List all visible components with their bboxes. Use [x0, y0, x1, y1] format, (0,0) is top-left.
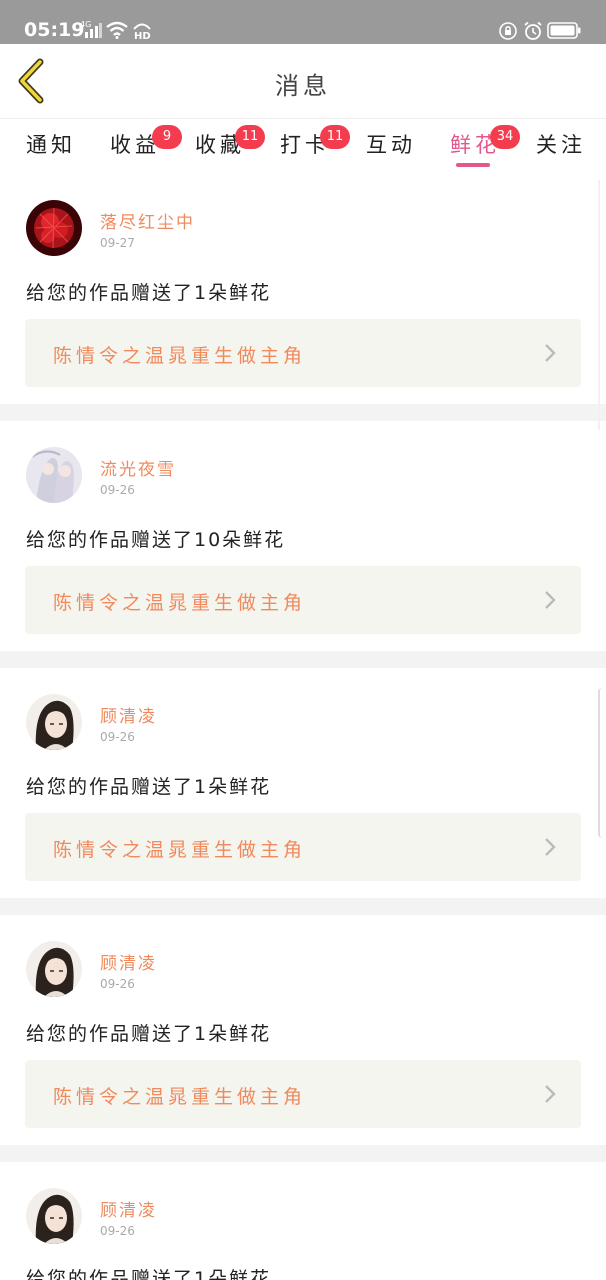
gift-message: 给您的作品赠送了1朵鲜花 [26, 1023, 272, 1045]
tab-interaction[interactable]: 互动 [366, 129, 416, 169]
tab-label: 互动 [366, 133, 416, 157]
ancient-character-avatar[interactable] [26, 1188, 82, 1244]
timestamp: 09-26 [100, 483, 135, 497]
ancient-character-avatar[interactable] [26, 694, 82, 750]
chevron-right-icon [545, 591, 556, 609]
count-badge: 11 [235, 125, 265, 149]
tab-favorites[interactable]: 收藏 11 [195, 125, 265, 169]
timestamp: 09-26 [100, 730, 135, 744]
work-title: 陈情令之温晁重生做主角 [53, 839, 307, 861]
username[interactable]: 流光夜雪 [100, 455, 176, 480]
scroll-indicator[interactable] [598, 688, 606, 838]
timestamp: 09-26 [100, 977, 135, 991]
page-title: 消息 [275, 72, 331, 100]
svg-text:HD: HD [134, 31, 151, 40]
chevron-right-icon [545, 1085, 556, 1103]
tab-notify[interactable]: 通知 [26, 129, 76, 169]
work-link[interactable]: 陈情令之温晁重生做主角 [25, 566, 581, 634]
tab-checkin[interactable]: 打卡 11 [280, 125, 350, 169]
work-title: 陈情令之温晁重生做主角 [53, 1086, 307, 1108]
active-tab-indicator [456, 163, 490, 167]
tab-label: 关注 [536, 133, 586, 157]
wifi-icon [106, 21, 128, 39]
scroll-track [598, 180, 606, 430]
count-badge: 34 [490, 125, 520, 149]
feed-card: 顾清凌 09-26 给您的作品赠送了1朵鲜花 [0, 1162, 606, 1280]
status-bar: 05:19 4G HD [0, 0, 606, 44]
feed-card: 落尽红尘中 09-27 给您的作品赠送了1朵鲜花 陈情令之温晁重生做主角 [0, 174, 606, 404]
ancient-character-avatar[interactable] [26, 941, 82, 997]
chevron-right-icon [545, 344, 556, 362]
gift-message: 给您的作品赠送了1朵鲜花 [26, 776, 272, 798]
username[interactable]: 落尽红尘中 [100, 208, 195, 233]
feed-card: 流光夜雪 09-26 给您的作品赠送了10朵鲜花 陈情令之温晁重生做主角 [0, 421, 606, 651]
feed-card: 顾清凌 09-26 给您的作品赠送了1朵鲜花 陈情令之温晁重生做主角 [0, 668, 606, 898]
signal-icon [85, 23, 102, 38]
tab-earnings[interactable]: 收益 9 [110, 125, 182, 169]
work-title: 陈情令之温晁重生做主角 [53, 345, 307, 367]
tab-follow[interactable]: 关注 [536, 129, 586, 169]
work-link[interactable]: 陈情令之温晁重生做主角 [25, 1060, 581, 1128]
gift-message: 给您的作品赠送了1朵鲜花 [26, 282, 272, 304]
timestamp: 09-27 [100, 236, 135, 250]
work-link[interactable]: 陈情令之温晁重生做主角 [25, 813, 581, 881]
chevron-right-icon [545, 838, 556, 856]
tab-bar: 通知 收益 9 收藏 11 打卡 11 互动 鲜花 34 关注 [0, 118, 606, 174]
gift-message: 给您的作品赠送了1朵鲜花 [26, 1268, 272, 1280]
hd-icon: HD [133, 23, 151, 40]
timestamp: 09-26 [100, 1224, 135, 1238]
rotation-lock-icon [499, 22, 517, 40]
username[interactable]: 顾清凌 [100, 949, 157, 974]
count-badge: 9 [152, 125, 182, 149]
username[interactable]: 顾清凌 [100, 702, 157, 727]
feed-card: 顾清凌 09-26 给您的作品赠送了1朵鲜花 陈情令之温晁重生做主角 [0, 915, 606, 1145]
battery-icon [547, 22, 581, 39]
anime-couple-avatar[interactable] [26, 447, 82, 503]
status-time: 05:19 [24, 19, 85, 41]
username[interactable]: 顾清凌 [100, 1196, 157, 1221]
work-link[interactable]: 陈情令之温晁重生做主角 [25, 319, 581, 387]
red-flower-avatar[interactable] [26, 200, 82, 256]
app-header: 消息 [0, 44, 606, 118]
alarm-icon [524, 21, 542, 40]
count-badge: 11 [320, 125, 350, 149]
tab-label: 通知 [26, 133, 76, 157]
gift-message: 给您的作品赠送了10朵鲜花 [26, 529, 286, 551]
work-title: 陈情令之温晁重生做主角 [53, 592, 307, 614]
